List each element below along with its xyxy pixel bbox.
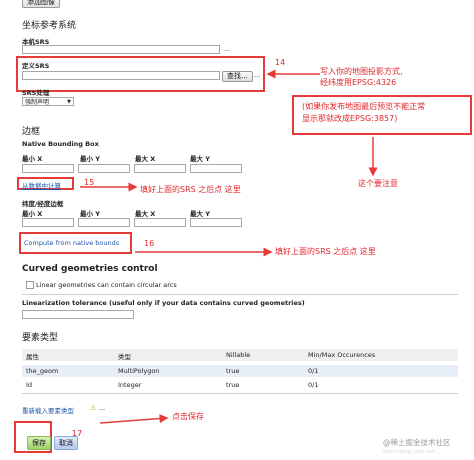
annotation-note-16: 填好上面的SRS 之后点 这里	[275, 247, 376, 256]
annotation-note-alt: (如果你发布地图最后预览不能正常 显示那就改成EPSG:3857)	[302, 102, 426, 123]
annotation-number-17: 17	[72, 429, 83, 438]
arrow-save	[99, 414, 169, 424]
annotation-attention: 这个要注意	[358, 179, 398, 188]
annotation-number-16: 16	[144, 239, 155, 248]
watermark-url: https://blog.csdn.net/...	[382, 449, 441, 455]
watermark: @稀土掘金技术社区	[383, 438, 451, 447]
annotation-number-14: 14	[275, 58, 286, 67]
annotation-note-save: 点击保存	[172, 412, 204, 421]
annotation-number-15: 15	[84, 178, 95, 187]
annotation-note-14: 写入你的地图投影方式, 经纬度用EPSG:4326	[320, 67, 403, 87]
annotation-note-15: 填好上面的SRS 之后点 这里	[140, 185, 241, 194]
